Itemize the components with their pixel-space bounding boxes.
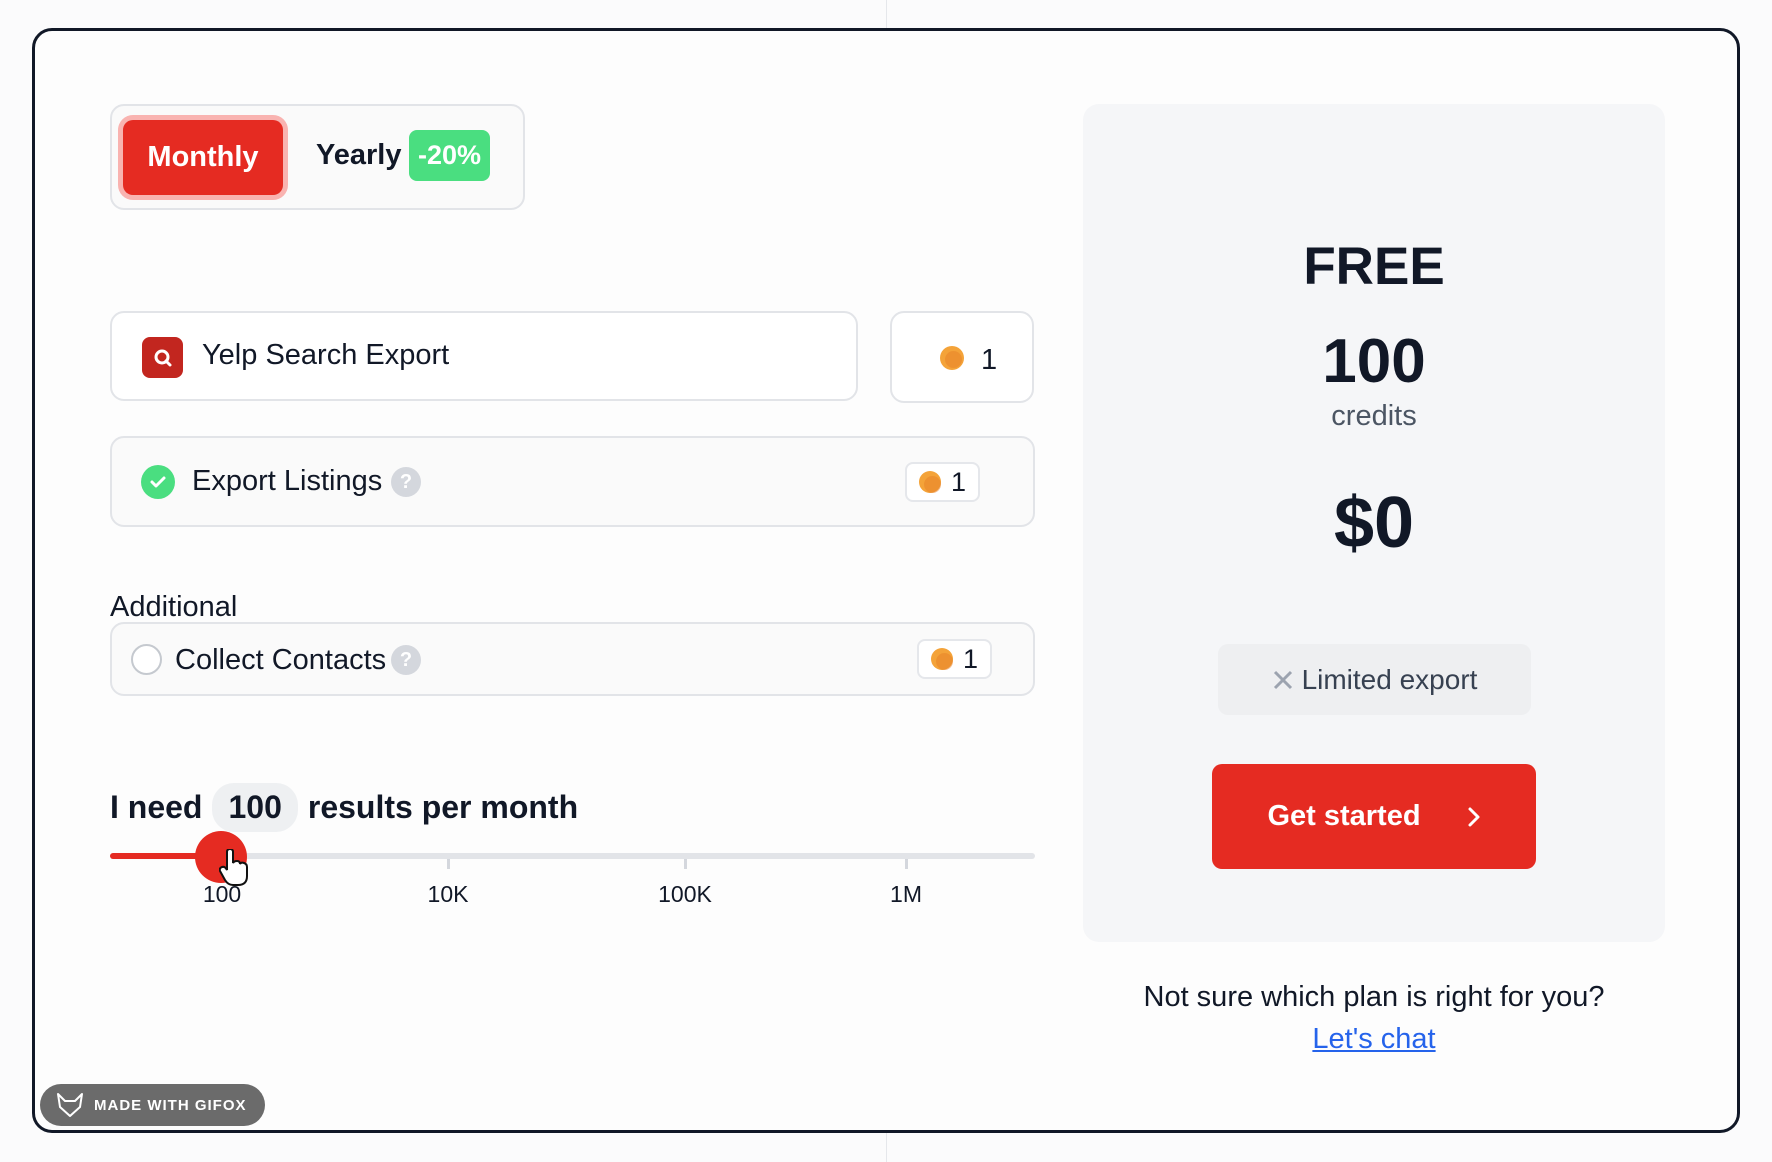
feature-collect-contacts[interactable]: Collect Contacts ? 1 (110, 622, 1035, 696)
plan-credits-unit: credits (1331, 400, 1417, 432)
slider-tick-label: 100K (658, 881, 712, 907)
monthly-toggle-button[interactable]: Monthly (123, 120, 283, 195)
help-icon[interactable]: ? (391, 645, 421, 675)
collect-contacts-credit-badge: 1 (917, 639, 993, 679)
pricing-calculator-card: Monthly Yearly -20% Yelp Search Export 1… (32, 28, 1740, 1133)
collect-contacts-checkbox[interactable] (131, 644, 162, 675)
coin-icon (940, 346, 964, 370)
gifox-watermark-text: MADE WITH GIFOX (94, 1096, 247, 1114)
plan-credits: 100 (1322, 327, 1426, 396)
tool-credit-cost: 1 (890, 311, 1034, 403)
plan-price: $0 (1333, 483, 1415, 563)
slider-tick (905, 859, 908, 869)
yearly-discount-badge: -20% (409, 130, 490, 181)
slider-tick-label: 10K (427, 881, 469, 907)
plan-name: FREE (1303, 237, 1445, 296)
get-started-label: Get started (1267, 800, 1421, 832)
volume-sentence: I need 100 results per month (110, 783, 578, 832)
coin-icon (931, 648, 953, 670)
slider-tick-label: 100 (202, 881, 242, 907)
tool-selector[interactable]: Yelp Search Export (110, 311, 858, 401)
help-icon[interactable]: ? (391, 467, 421, 497)
tool-name: Yelp Search Export (202, 339, 450, 371)
slider-tick (447, 859, 450, 869)
tool-credit-value: 1 (981, 344, 998, 376)
feature-export-listings[interactable]: Export Listings ? 1 (110, 436, 1035, 527)
coin-icon (919, 471, 941, 493)
plan-limitation-label: Limited export (1301, 663, 1478, 695)
close-icon (1273, 670, 1292, 689)
plan-summary-panel: FREE 100 credits $0 Limited export Get s… (1083, 104, 1665, 942)
volume-prefix: I need (110, 789, 203, 825)
volume-suffix: results per month (307, 789, 579, 825)
export-listings-credit-badge: 1 (905, 462, 981, 502)
billing-toggle: Monthly Yearly -20% (110, 104, 525, 210)
check-icon[interactable] (141, 465, 175, 499)
fox-logo-icon (57, 1093, 83, 1117)
chevron-right-icon (1468, 807, 1480, 826)
export-listings-label: Export Listings (192, 465, 383, 497)
lets-chat-link[interactable]: Let's chat (1083, 1023, 1665, 1056)
slider-tick-label: 1M (890, 881, 922, 907)
slider-tick (684, 859, 687, 869)
get-started-button[interactable]: Get started (1212, 764, 1536, 869)
collect-contacts-credit-value: 1 (963, 643, 979, 674)
plan-help-text: Not sure which plan is right for you? (1143, 981, 1605, 1013)
gifox-watermark: MADE WITH GIFOX (40, 1084, 265, 1126)
volume-value-input[interactable]: 100 (212, 783, 298, 832)
additional-section-title: Additional (110, 591, 238, 623)
plan-limitation: Limited export (1218, 644, 1531, 715)
collect-contacts-label: Collect Contacts (175, 644, 387, 676)
search-icon (142, 337, 183, 378)
export-listings-credit-value: 1 (951, 466, 967, 497)
yearly-toggle-button[interactable]: Yearly (316, 139, 401, 172)
